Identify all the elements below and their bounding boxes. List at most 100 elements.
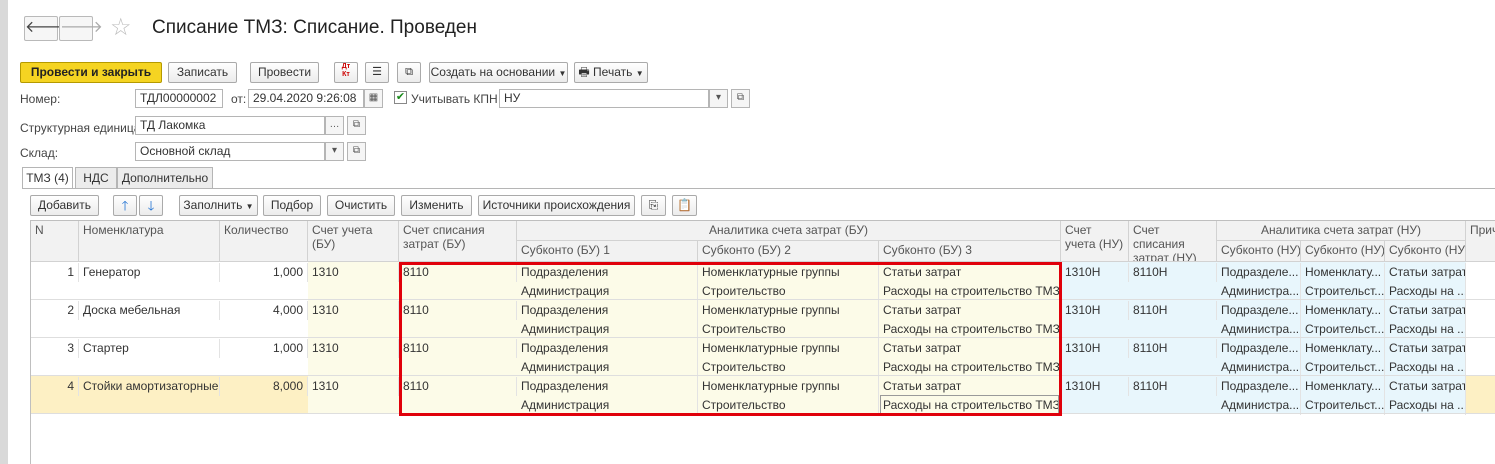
col-writeoff-nu[interactable]: Счет списания затрат (НУ) (1129, 221, 1217, 262)
create-based-on-label: Создать на основании (430, 65, 556, 79)
save-button[interactable]: Записать (168, 62, 237, 83)
cell-n3a[interactable]: Статьи затрат (1385, 301, 1466, 320)
tab-nds[interactable]: НДС (75, 167, 117, 188)
report-button[interactable]: ☰ (365, 62, 389, 83)
cell-wo_nu[interactable]: 8110Н (1129, 377, 1217, 396)
favorite-star-icon[interactable]: ☆ (110, 13, 132, 42)
cell-n1a[interactable]: Подразделе... (1217, 301, 1301, 320)
dropdown-arrow-icon: ▾ (715, 92, 722, 103)
cell-qty[interactable]: 4,000 (220, 301, 308, 320)
cell-acct_nu[interactable]: 1310Н (1061, 301, 1129, 320)
col-acct-bu[interactable]: Счет учета (БУ) (308, 221, 399, 262)
cell-item[interactable]: Стартер (79, 339, 220, 358)
dropdown-arrow-icon: ▼ (245, 202, 254, 211)
unit-select-button[interactable]: … (325, 116, 344, 135)
cell-acct_nu[interactable]: 1310Н (1061, 339, 1129, 358)
kpn-checkbox[interactable]: ✔ (394, 91, 407, 104)
dropdown-arrow-icon: ▾ (331, 145, 338, 156)
back-button[interactable]: 🡐 (24, 16, 68, 41)
number-field[interactable]: ТДЛ00000002 (135, 89, 223, 108)
date-field[interactable]: 29.04.2020 9:26:08 (248, 89, 364, 108)
cell-n2a[interactable]: Номенклату... (1301, 339, 1385, 358)
col-item[interactable]: Номенклатура (79, 221, 220, 262)
tax-dropdown-button[interactable]: ▾ (709, 89, 728, 108)
cell-wo_nu[interactable]: 8110Н (1129, 263, 1217, 282)
col-analytics-bu[interactable]: Аналитика счета затрат (БУ) (517, 221, 1061, 241)
print-button[interactable]: 🖶 Печать ▼ (574, 62, 648, 83)
post-button[interactable]: Провести (250, 62, 319, 83)
date-label: от: (231, 92, 247, 106)
cell-n2a[interactable]: Номенклату... (1301, 263, 1385, 282)
tab-additional[interactable]: Дополнительно (117, 167, 213, 188)
col-reason[interactable]: Прич (1466, 221, 1495, 262)
tax-select[interactable]: НУ (499, 89, 709, 108)
dt-kt-button[interactable]: Дт Кт (334, 62, 358, 83)
copy-button[interactable]: ⎘ (641, 195, 666, 216)
col-acct-nu[interactable]: Счет учета (НУ) (1061, 221, 1129, 262)
paste-icon: 📋 (677, 198, 692, 212)
tab-tmz[interactable]: ТМЗ (4) (22, 167, 73, 189)
cell-item[interactable]: Доска мебельная (79, 301, 220, 320)
unit-open-button[interactable]: ⧉ (347, 116, 366, 135)
col-sub-nu-3[interactable]: Субконто (НУ) (1385, 241, 1466, 262)
warehouse-dropdown-button[interactable]: ▾ (325, 142, 344, 161)
paste-button[interactable]: 📋 (672, 195, 697, 216)
cell-acct_bu[interactable]: 1310 (308, 377, 399, 396)
add-row-button[interactable]: Добавить (30, 195, 99, 216)
move-down-button[interactable]: 🡓 (139, 195, 163, 216)
cell-item[interactable]: Генератор (79, 263, 220, 282)
post-and-close-button[interactable]: Провести и закрыть (20, 62, 162, 83)
cell-item[interactable]: Стойки амортизаторные (79, 377, 220, 396)
fill-button[interactable]: Заполнить ▼ (179, 195, 258, 216)
cell-n[interactable]: 1 (31, 263, 79, 282)
cell-wo_nu[interactable]: 8110Н (1129, 339, 1217, 358)
calendar-button[interactable]: ▦ (364, 89, 383, 108)
number-label: Номер: (20, 92, 61, 106)
cell-acct_bu[interactable]: 1310 (308, 339, 399, 358)
col-writeoff-bu[interactable]: Счет списания затрат (БУ) (399, 221, 517, 262)
create-based-on-button[interactable]: Создать на основании ▼ (429, 62, 568, 83)
cell-acct_nu[interactable]: 1310Н (1061, 377, 1129, 396)
cell-n1a[interactable]: Подразделе... (1217, 377, 1301, 396)
col-sub-nu-1[interactable]: Субконто (НУ) (1217, 241, 1301, 262)
cell-n2a[interactable]: Номенклату... (1301, 301, 1385, 320)
col-sub-bu-3[interactable]: Субконто (БУ) 3 (879, 241, 1061, 262)
clear-button[interactable]: Очистить (327, 195, 395, 216)
col-sub-nu-2[interactable]: Субконто (НУ) (1301, 241, 1385, 262)
cell-n[interactable]: 2 (31, 301, 79, 320)
warehouse-field[interactable]: Основной склад (135, 142, 325, 161)
origin-sources-button[interactable]: Источники происхождения (478, 195, 635, 216)
cell-qty[interactable]: 8,000 (220, 377, 308, 396)
cell-n1a[interactable]: Подразделе... (1217, 339, 1301, 358)
col-sub-bu-2[interactable]: Субконто (БУ) 2 (698, 241, 879, 262)
col-n[interactable]: N (31, 221, 79, 262)
select-items-button[interactable]: Подбор (263, 195, 321, 216)
cell-n3a[interactable]: Статьи затрат (1385, 263, 1466, 282)
cell-n3a[interactable]: Статьи затрат (1385, 339, 1466, 358)
col-analytics-nu[interactable]: Аналитика счета затрат (НУ) (1217, 221, 1466, 241)
cell-n1a[interactable]: Подразделе... (1217, 263, 1301, 282)
cell-acct_bu[interactable]: 1310 (308, 263, 399, 282)
forward-button[interactable]: 🡒 (59, 16, 103, 41)
cell-acct_bu[interactable]: 1310 (308, 301, 399, 320)
warehouse-open-button[interactable]: ⧉ (347, 142, 366, 161)
cell-wo_nu[interactable]: 8110Н (1129, 301, 1217, 320)
left-panel-border (0, 0, 8, 464)
structure-button[interactable]: ⧉ (397, 62, 421, 83)
structural-unit-field[interactable]: ТД Лакомка (135, 116, 325, 135)
move-up-button[interactable]: 🡑 (113, 195, 137, 216)
cell-n[interactable]: 4 (31, 377, 79, 396)
cell-qty[interactable]: 1,000 (220, 339, 308, 358)
cell-acct_nu[interactable]: 1310Н (1061, 263, 1129, 282)
change-button[interactable]: Изменить (401, 195, 472, 216)
tax-open-button[interactable]: ⧉ (731, 89, 750, 108)
cell-n[interactable]: 3 (31, 339, 79, 358)
cell-n3a[interactable]: Статьи затрат (1385, 377, 1466, 396)
dropdown-arrow-icon: ▼ (558, 69, 567, 78)
cell-n2a[interactable]: Номенклату... (1301, 377, 1385, 396)
col-sub-bu-1[interactable]: Субконто (БУ) 1 (517, 241, 698, 262)
cell-qty[interactable]: 1,000 (220, 263, 308, 282)
open-icon: ⧉ (352, 119, 361, 130)
col-qty[interactable]: Количество (220, 221, 308, 262)
dropdown-arrow-icon: ▼ (635, 69, 644, 78)
